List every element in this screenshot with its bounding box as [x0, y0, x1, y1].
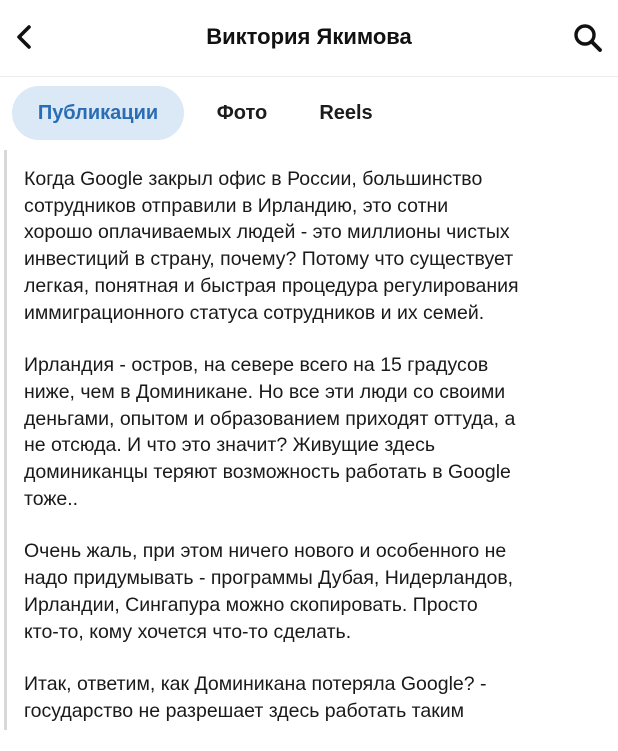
tab-photos[interactable]: Фото [196, 86, 288, 140]
post-left-border [4, 150, 7, 730]
post-paragraph: Итак, ответим, как Доминикана потеряла G… [24, 673, 487, 722]
search-button[interactable] [572, 22, 604, 54]
profile-tabs: Публикации Фото Reels [0, 86, 618, 142]
post-text: Когда Google закрыл офис в России, больш… [24, 166, 614, 751]
tab-publications[interactable]: Публикации [12, 86, 184, 140]
post-paragraph: Ирландия - остров, на севере всего на 15… [24, 354, 516, 510]
post-paragraph: Очень жаль, при этом ничего нового и осо… [24, 540, 514, 643]
top-bar: Виктория Якимова [0, 0, 618, 77]
tab-reels[interactable]: Reels [300, 86, 392, 140]
post-paragraph: Когда Google закрыл офис в России, больш… [24, 168, 519, 324]
profile-name-title: Виктория Якимова [206, 24, 412, 49]
post-content: Когда Google закрыл офис в России, больш… [0, 150, 618, 730]
search-icon [574, 24, 602, 52]
